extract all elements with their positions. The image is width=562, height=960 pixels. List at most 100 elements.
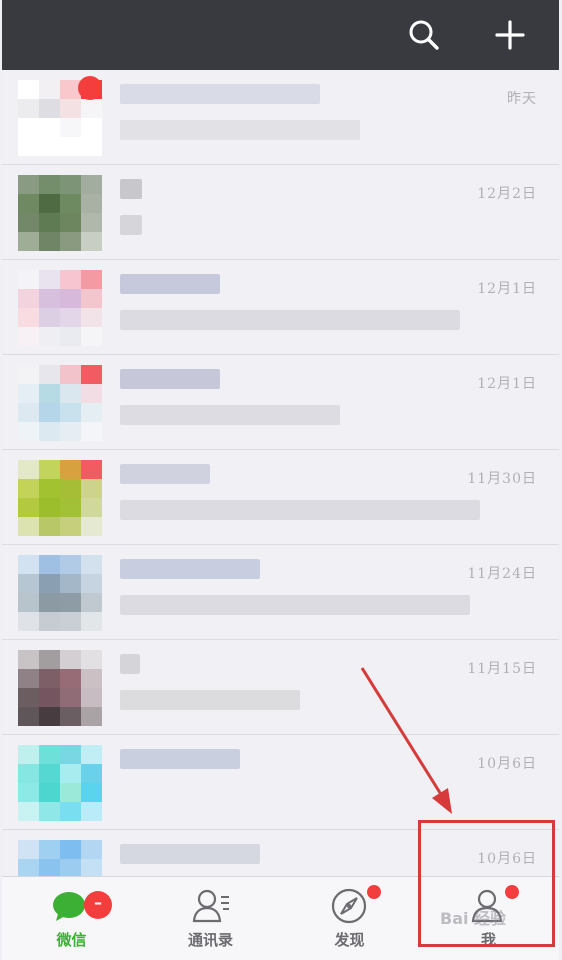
- avatar-pixel: [60, 783, 81, 802]
- chat-time: 11月15日: [467, 661, 537, 677]
- chat-row[interactable]: 12月1日: [2, 355, 559, 450]
- tab-label: 通讯录: [187, 931, 233, 949]
- avatar-pixel: [81, 118, 102, 137]
- avatar-pixel: [81, 99, 102, 118]
- avatar-pixel: [60, 555, 81, 574]
- avatar-pixel: [60, 175, 81, 194]
- avatar-pixel: [81, 270, 102, 289]
- avatar-pixel: [39, 764, 60, 783]
- avatar-pixel: [39, 859, 60, 876]
- avatar-pixel: [39, 270, 60, 289]
- avatar-pixel: [60, 802, 81, 821]
- avatar-pixel: [39, 840, 60, 859]
- avatar: [18, 270, 102, 346]
- avatar-pixel: [60, 479, 81, 498]
- avatar-pixel: [18, 175, 39, 194]
- avatar-pixel: [39, 650, 60, 669]
- avatar-pixel: [81, 175, 102, 194]
- avatar-pixel: [60, 327, 81, 346]
- wechat-app: 昨天 12月2日 12月1日 12月1日 11月30日 11月24日 11月15日 10月6日…: [0, 0, 562, 960]
- avatar-pixel: [60, 289, 81, 308]
- avatar: [18, 365, 102, 441]
- chat-time: 昨天: [507, 91, 537, 107]
- chat-time: 11月24日: [467, 566, 537, 582]
- avatar-pixel: [81, 593, 102, 612]
- chat-row[interactable]: 11月24日: [2, 545, 559, 640]
- avatar-pixel: [18, 650, 39, 669]
- chat-list[interactable]: 昨天 12月2日 12月1日 12月1日 11月30日 11月24日 11月15日 10月6日…: [2, 70, 559, 876]
- avatar-pixel: [81, 289, 102, 308]
- avatar-pixel: [39, 403, 60, 422]
- contact-name-blurred: [120, 654, 140, 674]
- avatar-pixel: [18, 612, 39, 631]
- avatar-pixel: [81, 422, 102, 441]
- avatar: [18, 745, 102, 821]
- avatar-pixel: [18, 802, 39, 821]
- message-preview-blurred: [120, 215, 142, 235]
- avatar-pixel: [60, 707, 81, 726]
- avatar-pixel: [39, 99, 60, 118]
- avatar-pixel: [60, 308, 81, 327]
- avatar-pixel: [81, 308, 102, 327]
- chat-row[interactable]: 12月1日: [2, 260, 559, 355]
- avatar-pixel: [39, 688, 60, 707]
- avatar-pixel: [60, 384, 81, 403]
- avatar-pixel: [39, 327, 60, 346]
- avatar-pixel: [60, 498, 81, 517]
- avatar-pixel: [39, 232, 60, 251]
- avatar: [18, 650, 102, 726]
- tab-label: 发现: [334, 931, 365, 949]
- chat-time: 12月2日: [477, 186, 537, 202]
- avatar-pixel: [39, 555, 60, 574]
- avatar-pixel: [18, 289, 39, 308]
- avatar-pixel: [81, 840, 102, 859]
- tab-chats[interactable]: – 微信: [2, 877, 141, 960]
- tab-contacts[interactable]: 通讯录: [141, 877, 280, 960]
- avatar-pixel: [81, 745, 102, 764]
- avatar-pixel: [81, 707, 102, 726]
- avatar-pixel: [39, 365, 60, 384]
- avatar-pixel: [18, 270, 39, 289]
- avatar-pixel: [60, 517, 81, 536]
- watermark: Bai 经验: [440, 909, 507, 928]
- contact-name-blurred: [120, 179, 142, 199]
- avatar-pixel: [39, 422, 60, 441]
- avatar-pixel: [60, 365, 81, 384]
- avatar-pixel: [39, 137, 60, 156]
- avatar-pixel: [81, 232, 102, 251]
- avatar-pixel: [81, 213, 102, 232]
- avatar: [18, 460, 102, 536]
- search-button[interactable]: [394, 0, 454, 70]
- avatar-pixel: [60, 764, 81, 783]
- avatar-pixel: [18, 517, 39, 536]
- message-preview-blurred: [120, 310, 460, 330]
- avatar-pixel: [81, 384, 102, 403]
- avatar-pixel: [18, 593, 39, 612]
- avatar-pixel: [81, 783, 102, 802]
- avatar-pixel: [60, 422, 81, 441]
- chat-time: 10月6日: [477, 756, 537, 772]
- avatar-pixel: [18, 555, 39, 574]
- avatar-pixel: [39, 593, 60, 612]
- avatar-pixel: [39, 384, 60, 403]
- chat-row[interactable]: 11月15日: [2, 640, 559, 735]
- avatar-pixel: [60, 460, 81, 479]
- avatar-pixel: [60, 137, 81, 156]
- avatar-pixel: [81, 194, 102, 213]
- tab-discover[interactable]: 发现: [280, 877, 419, 960]
- chat-row[interactable]: 昨天: [2, 70, 559, 165]
- avatar-pixel: [18, 745, 39, 764]
- add-button[interactable]: [480, 0, 540, 70]
- avatar-pixel: [60, 859, 81, 876]
- avatar-pixel: [81, 137, 102, 156]
- avatar-pixel: [18, 118, 39, 137]
- unread-dot-badge: [78, 76, 102, 100]
- avatar-pixel: [39, 289, 60, 308]
- chat-row[interactable]: 10月6日: [2, 735, 559, 830]
- avatar-pixel: [60, 213, 81, 232]
- message-preview-blurred: [120, 405, 340, 425]
- avatar-pixel: [60, 593, 81, 612]
- contact-name-blurred: [120, 84, 320, 104]
- chat-row[interactable]: 12月2日: [2, 165, 559, 260]
- chat-row[interactable]: 11月30日: [2, 450, 559, 545]
